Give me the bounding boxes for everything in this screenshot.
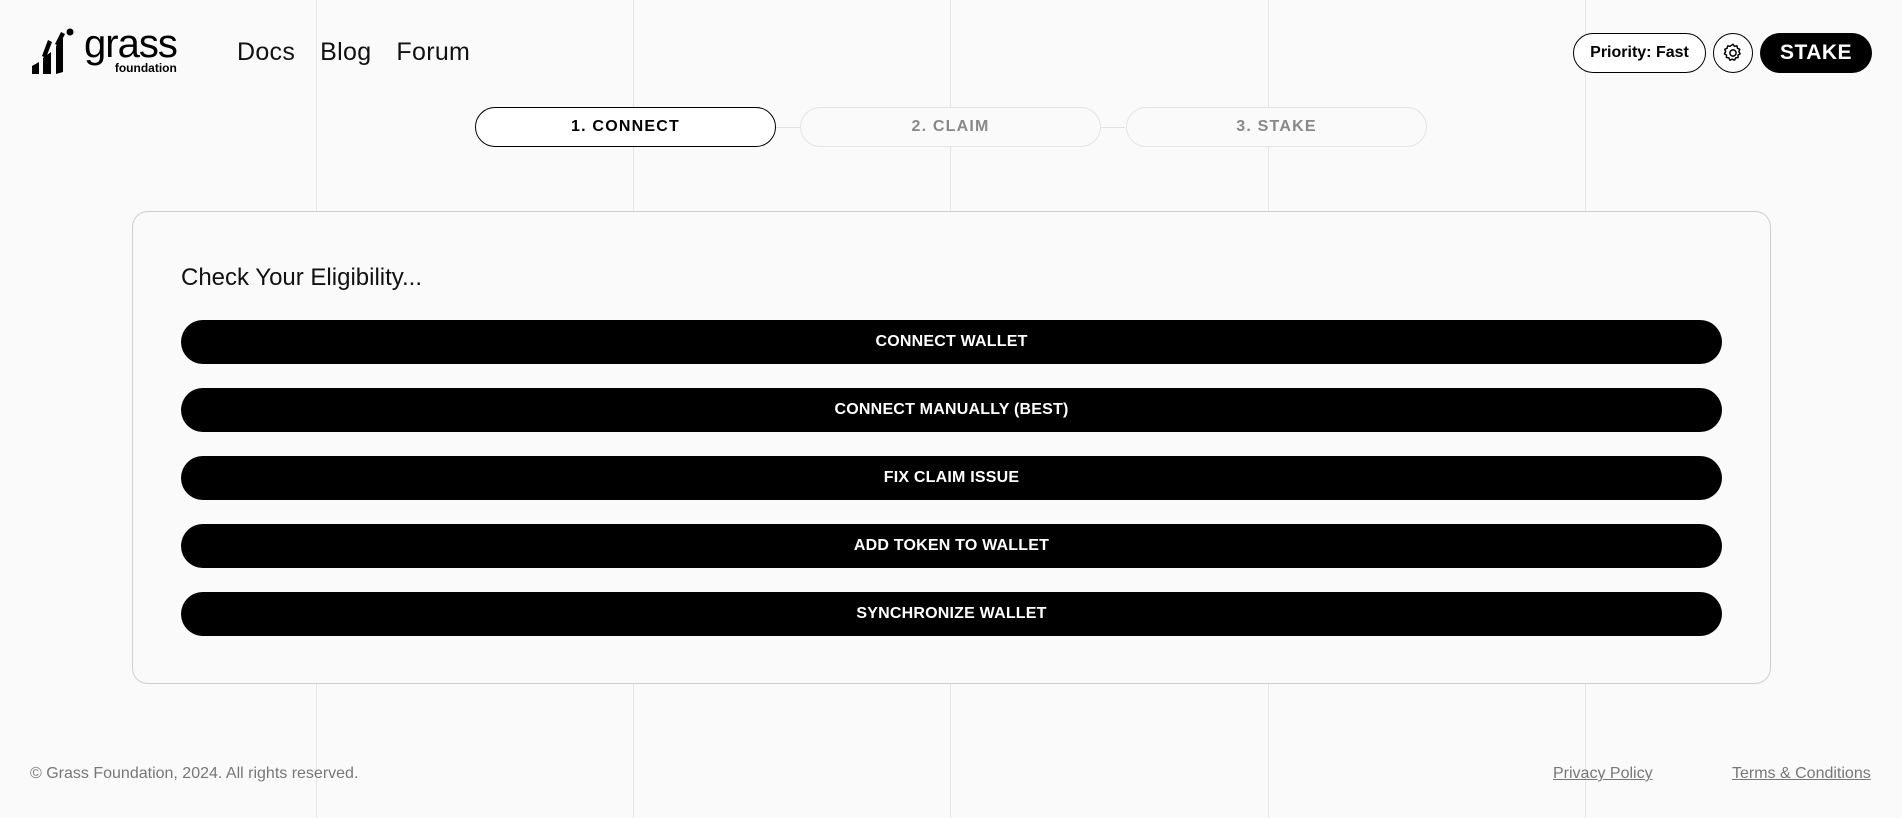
- eligibility-card: Check Your Eligibility... CONNECT WALLET…: [132, 211, 1771, 684]
- step-connector: [776, 127, 800, 128]
- copyright-text: © Grass Foundation, 2024. All rights res…: [30, 765, 359, 782]
- stake-button[interactable]: STAKE: [1760, 33, 1872, 73]
- synchronize-wallet-button[interactable]: SYNCHRONIZE WALLET: [181, 592, 1722, 636]
- nav-link-forum[interactable]: Forum: [396, 38, 470, 67]
- terms-link[interactable]: Terms & Conditions: [1732, 765, 1871, 783]
- nav-link-docs[interactable]: Docs: [237, 38, 295, 67]
- settings-button[interactable]: [1713, 33, 1753, 73]
- nav-link-blog[interactable]: Blog: [320, 38, 371, 67]
- connect-wallet-button[interactable]: CONNECT WALLET: [181, 320, 1722, 364]
- card-title: Check Your Eligibility...: [181, 264, 423, 291]
- step-connect[interactable]: 1. CONNECT: [475, 107, 776, 147]
- connect-manually-button[interactable]: CONNECT MANUALLY (BEST): [181, 388, 1722, 432]
- main-nav: Docs Blog Forum: [237, 38, 470, 67]
- privacy-policy-link[interactable]: Privacy Policy: [1553, 765, 1653, 783]
- priority-button[interactable]: Priority: Fast: [1573, 33, 1706, 73]
- grass-logo-icon: [32, 28, 74, 74]
- brand-name: grass: [84, 22, 178, 66]
- step-stake[interactable]: 3. STAKE: [1126, 107, 1427, 147]
- brand-logo-link[interactable]: grass foundation: [30, 24, 178, 78]
- step-connector: [1101, 127, 1125, 128]
- step-claim[interactable]: 2. CLAIM: [800, 107, 1101, 147]
- progress-stepper: 1. CONNECT 2. CLAIM 3. STAKE: [475, 107, 1427, 147]
- page: grass foundation Docs Blog Forum Priorit…: [0, 0, 1902, 818]
- add-token-button[interactable]: ADD TOKEN TO WALLET: [181, 524, 1722, 568]
- gear-icon: [1723, 43, 1741, 61]
- fix-claim-issue-button[interactable]: FIX CLAIM ISSUE: [181, 456, 1722, 500]
